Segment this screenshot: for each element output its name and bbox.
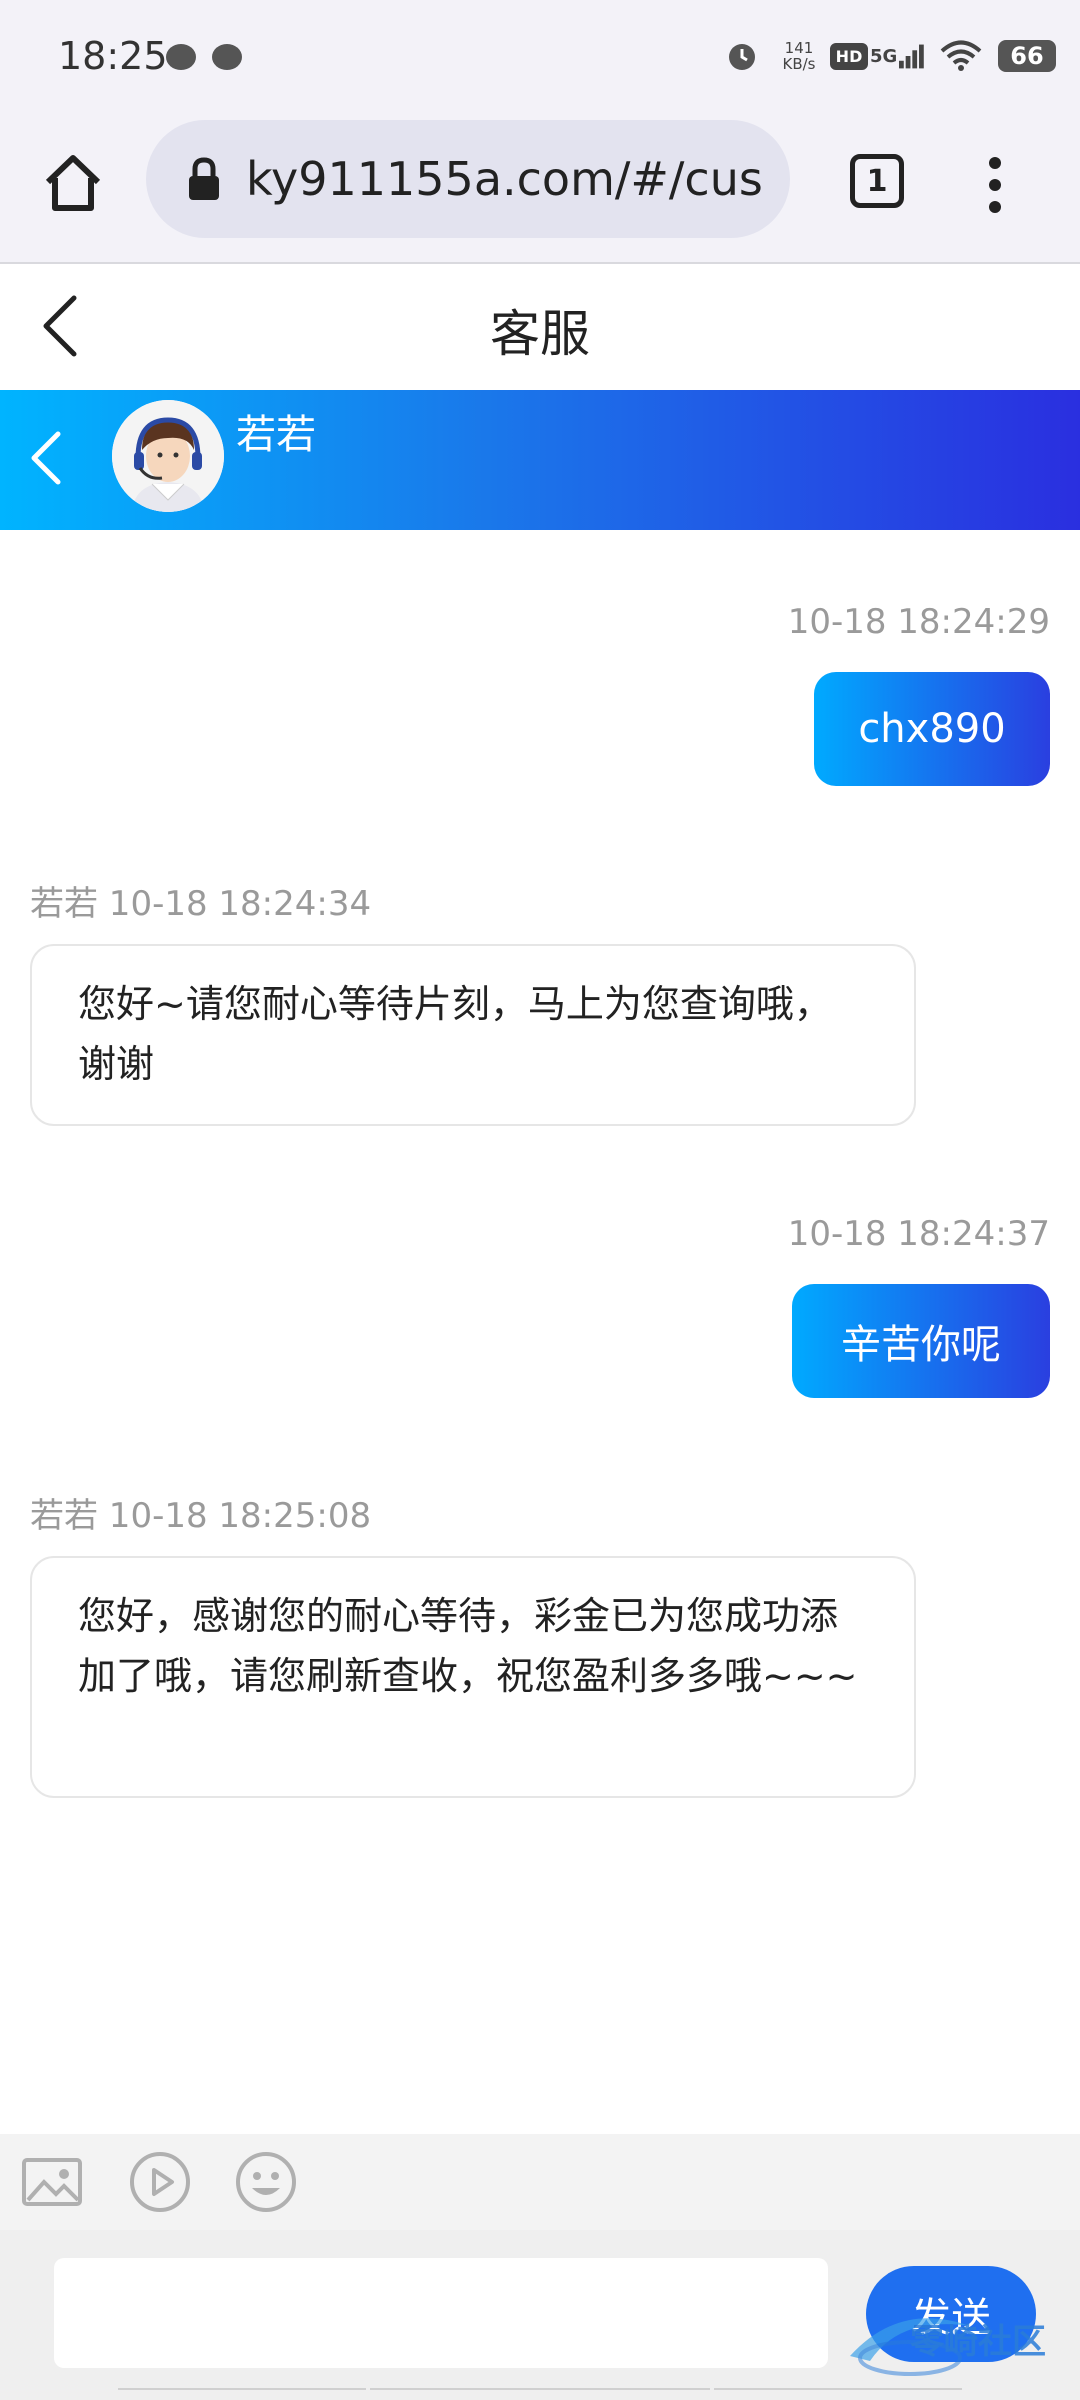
agent-name: 若若 <box>236 412 316 458</box>
network-speed: 141 KB/s <box>774 36 824 76</box>
battery-level: 66 <box>998 40 1056 72</box>
chat-notification-icon <box>166 44 196 70</box>
signal-icon: 5G <box>870 36 926 76</box>
url-text[interactable]: ky911155a.com/#/cus <box>246 152 772 206</box>
watermark-text: 零崎社区 <box>910 2322 1046 2362</box>
wifi-icon <box>936 36 986 76</box>
home-icon[interactable] <box>42 152 104 214</box>
status-time: 18:25 <box>58 34 168 78</box>
more-menu-icon[interactable] <box>980 152 1010 213</box>
message-notification-icon <box>212 44 242 70</box>
battery-icon: 66 <box>994 36 1060 76</box>
agent-avatar <box>112 400 224 512</box>
message-timestamp: 10-18 18:24:37 <box>787 1214 1050 1254</box>
outgoing-message: chx890 <box>814 672 1050 786</box>
watermark-logo: 零崎社区 <box>840 2296 1070 2386</box>
page-title: 客服 <box>490 305 590 363</box>
emoji-icon[interactable] <box>234 2150 298 2214</box>
hd-icon: HD <box>829 36 869 76</box>
image-icon[interactable] <box>20 2150 84 2214</box>
incoming-message: 您好~请您耐心等待片刻，马上为您查询哦，谢谢 <box>30 944 916 1126</box>
browser-toolbar: ky911155a.com/#/cus 1 <box>0 118 1080 264</box>
network-speed-unit: KB/s <box>782 55 816 73</box>
message-header: 若若 10-18 18:25:08 <box>30 1496 372 1536</box>
message-timestamp: 10-18 18:24:29 <box>787 602 1050 642</box>
banner-back-icon[interactable] <box>24 426 66 490</box>
chat-toolbar <box>0 2134 1080 2230</box>
incoming-message: 您好，感谢您的耐心等待，彩金已为您成功添加了哦，请您刷新查收，祝您盈利多多哦~~… <box>30 1556 916 1798</box>
alarm-icon <box>724 36 760 76</box>
page-header: 客服 <box>0 264 1080 390</box>
agent-banner: 若若 <box>0 390 1080 530</box>
tab-switcher-button[interactable]: 1 <box>850 154 904 208</box>
network-speed-value: 141 <box>784 39 814 57</box>
address-bar[interactable]: ky911155a.com/#/cus <box>146 120 790 238</box>
lock-icon <box>189 157 219 200</box>
gesture-bar <box>0 2388 1080 2400</box>
status-bar: 18:25 141 KB/s HD 5G 66 <box>0 0 1080 118</box>
network-type: 5G <box>870 45 898 67</box>
outgoing-message: 辛苦你呢 <box>792 1284 1050 1398</box>
message-input[interactable] <box>54 2258 828 2368</box>
video-icon[interactable] <box>128 2150 192 2214</box>
message-header: 若若 10-18 18:24:34 <box>30 884 372 924</box>
